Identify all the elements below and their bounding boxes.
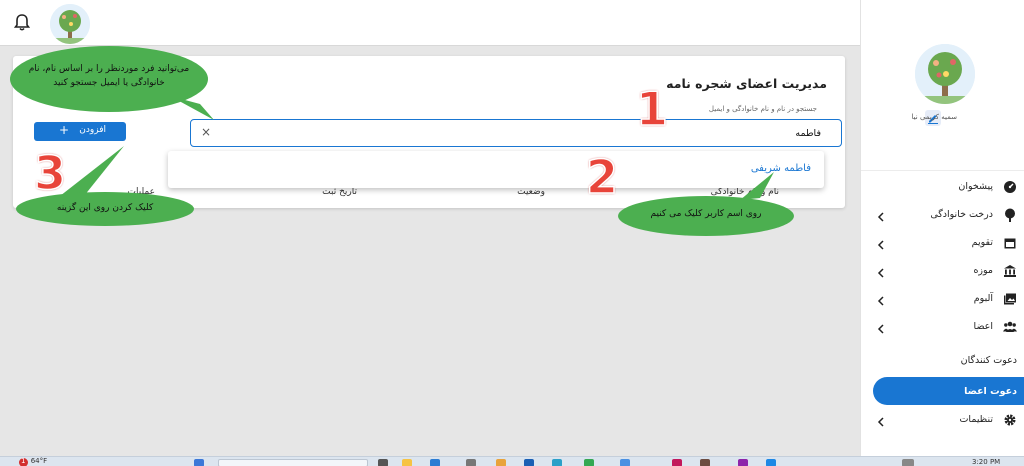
column-header-status: وضعیت bbox=[517, 187, 545, 197]
album-icon bbox=[1003, 291, 1017, 305]
weather-badge-count: 1 bbox=[21, 457, 26, 465]
step-number-1: 1 bbox=[635, 81, 669, 137]
gear-icon bbox=[1003, 412, 1017, 426]
app-icon[interactable] bbox=[700, 459, 710, 466]
file-explorer-icon[interactable] bbox=[402, 459, 412, 466]
app-icon[interactable] bbox=[672, 459, 682, 466]
weather-temp: 64°F bbox=[30, 457, 48, 465]
chevron-left-icon bbox=[877, 320, 885, 334]
plus-icon: + bbox=[59, 123, 70, 137]
sidebar-item-label: پیشخوان bbox=[958, 181, 993, 192]
search-hint-text: می‌توانید فرد موردنظر را بر اساس نام، نا… bbox=[28, 64, 190, 88]
mail-icon[interactable] bbox=[430, 459, 440, 466]
calendar-icon bbox=[1003, 235, 1017, 249]
search-input-value[interactable]: فاطمه bbox=[795, 128, 821, 139]
sidebar-item-label: موزه bbox=[973, 265, 993, 276]
system-tray-icon[interactable] bbox=[902, 459, 914, 466]
chrome-icon[interactable] bbox=[584, 459, 594, 466]
sidebar: سمیه کریمی نیا پیشخوان درخت خانوادگی تقو… bbox=[860, 0, 1024, 456]
add-button-label: افزودن bbox=[79, 125, 106, 135]
members-icon bbox=[1003, 319, 1017, 333]
search-label: جستجو در نام و نام خانوادگی و ایمیل bbox=[708, 105, 817, 113]
sidebar-divider bbox=[861, 170, 1024, 171]
museum-icon bbox=[1003, 263, 1017, 277]
taskbar-search-icon[interactable] bbox=[218, 459, 368, 466]
chevron-left-icon bbox=[877, 413, 885, 427]
chevron-left-icon bbox=[877, 292, 885, 306]
start-icon[interactable] bbox=[194, 459, 204, 466]
taskbar-clock[interactable]: 3:20 PM bbox=[972, 458, 1000, 466]
sidebar-item-members[interactable]: اعضا bbox=[861, 312, 1024, 340]
app-icon[interactable] bbox=[766, 459, 776, 466]
tree-icon bbox=[1003, 207, 1017, 222]
user-row: سمیه کریمی نیا bbox=[875, 110, 1015, 126]
column-header-date: تاریخ ثبت bbox=[322, 187, 357, 197]
sidebar-item-settings[interactable]: تنظیمات bbox=[861, 405, 1024, 433]
app-icon[interactable] bbox=[466, 459, 476, 466]
app-icon[interactable] bbox=[738, 459, 748, 466]
sidebar-item-label: دعوت اعضا bbox=[964, 386, 1017, 397]
windows-taskbar: 1 64°F 3:20 PM bbox=[0, 456, 1024, 466]
sidebar-item-label: آلبوم bbox=[973, 293, 993, 304]
select-user-callout: روی اسم کاربر کلیک می کنیم bbox=[618, 196, 794, 236]
avatar[interactable] bbox=[50, 4, 90, 44]
chevron-left-icon bbox=[877, 236, 885, 250]
word-icon[interactable] bbox=[524, 459, 534, 466]
add-hint-text: کلیک کردن روی این گزینه bbox=[56, 203, 154, 213]
sidebar-item-family-tree[interactable]: درخت خانوادگی bbox=[861, 200, 1024, 228]
sidebar-item-label: اعضا bbox=[973, 321, 993, 332]
app-icon[interactable] bbox=[620, 459, 630, 466]
sidebar-item-label: دعوت کنندگان bbox=[960, 355, 1017, 366]
clear-search-icon[interactable]: × bbox=[201, 125, 211, 139]
sidebar-item-dashboard[interactable]: پیشخوان bbox=[861, 172, 1024, 200]
step-number-2: 2 bbox=[585, 149, 619, 205]
autocomplete-dropdown: فاطمه شریفی bbox=[168, 151, 824, 188]
chevron-left-icon bbox=[877, 264, 885, 278]
folder-icon[interactable] bbox=[496, 459, 506, 466]
chevron-left-icon bbox=[877, 208, 885, 222]
top-header bbox=[0, 0, 860, 46]
sidebar-avatar[interactable] bbox=[915, 44, 975, 104]
add-member-button[interactable]: + افزودن bbox=[34, 122, 126, 141]
notification-bell-icon[interactable] bbox=[13, 13, 31, 33]
dashboard-icon bbox=[1003, 179, 1017, 193]
step-number-3: 3 bbox=[33, 145, 67, 201]
sidebar-item-calendar[interactable]: تقویم bbox=[861, 228, 1024, 256]
edge-icon[interactable] bbox=[552, 459, 562, 466]
weather-text[interactable]: 1 64°F bbox=[18, 457, 47, 465]
sidebar-item-inviters[interactable]: دعوت کنندگان bbox=[861, 346, 1024, 374]
select-user-text: روی اسم کاربر کلیک می کنیم bbox=[650, 209, 762, 219]
autocomplete-option[interactable]: فاطمه شریفی bbox=[751, 163, 811, 174]
sidebar-item-label: درخت خانوادگی bbox=[930, 209, 993, 220]
user-name: سمیه کریمی نیا bbox=[911, 113, 957, 121]
search-input[interactable]: فاطمه × bbox=[190, 119, 842, 147]
task-view-icon[interactable] bbox=[378, 459, 388, 466]
sidebar-item-invite-members[interactable]: دعوت اعضا bbox=[873, 377, 1024, 405]
sidebar-item-album[interactable]: آلبوم bbox=[861, 284, 1024, 312]
sidebar-item-label: تقویم bbox=[971, 237, 993, 248]
search-hint-callout: می‌توانید فرد موردنظر را بر اساس نام، نا… bbox=[10, 46, 208, 112]
sidebar-item-museum[interactable]: موزه bbox=[861, 256, 1024, 284]
page-title: مدیریت اعضای شجره نامه bbox=[666, 76, 827, 91]
sidebar-item-label: تنظیمات bbox=[959, 414, 993, 425]
